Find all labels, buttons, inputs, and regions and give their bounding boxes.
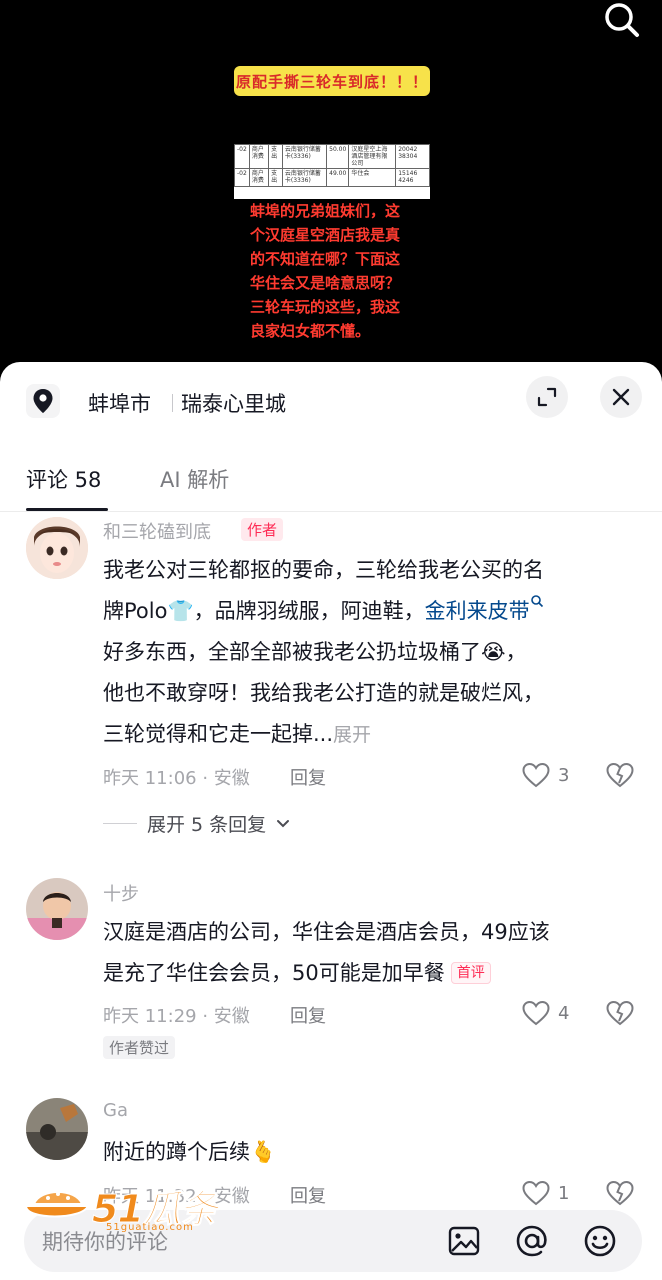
watermark-logo: 51瓜条 51guatiao.com [22, 1174, 232, 1238]
comment-line: 好多东西，全部全部被我老公扔垃圾桶了😭， [103, 640, 527, 664]
divider-line [103, 823, 137, 824]
search-link-icon [530, 595, 543, 608]
tab-ai-analysis[interactable]: AI 解析 [160, 464, 229, 494]
comment-line: 他也不敢穿呀！我给我老公打造的就是破烂风， [103, 681, 544, 705]
mention-icon[interactable] [514, 1223, 550, 1259]
overlay-line: 三轮车玩的这些，我这 [250, 298, 401, 316]
comment-line: 汉庭是酒店的公司，华住会是酒店会员，49应该 [103, 920, 550, 944]
avatar[interactable] [26, 517, 88, 579]
record-cell: -02 [234, 168, 250, 187]
commenter-name[interactable]: 和三轮磕到底 [103, 518, 211, 544]
record-cell: 15146 4246 [395, 168, 430, 187]
location-pin-icon [26, 384, 60, 418]
comment-text: 附近的蹲个后续🫰 [103, 1132, 643, 1173]
location-divider [172, 394, 173, 412]
commenter-name[interactable]: 十步 [103, 880, 139, 906]
dislike-button[interactable] [606, 1000, 634, 1030]
record-cell: 云南银行储蓄卡(3336) [281, 144, 328, 169]
first-comment-badge: 首评 [450, 962, 491, 984]
expand-replies-label: 展开 5 条回复 [147, 814, 267, 836]
heart-icon [522, 762, 550, 788]
commenter-name[interactable]: Ga [103, 1100, 128, 1121]
record-cell: 汉庭星空上海酒店管理有限公司 [348, 144, 397, 169]
comment-meta: 昨天 11:29 · 安徽 [103, 1006, 250, 1027]
dislike-button[interactable] [606, 1180, 634, 1210]
comment-tabs: 评论 58 AI 解析 [0, 456, 662, 512]
active-tab-indicator [26, 508, 108, 511]
search-link[interactable]: 金利来皮带 [425, 599, 530, 623]
comment-sheet: 蚌埠市 瑞泰心里城 评论 58 AI 解析 和三轮磕到底 作者 我老公对三轮都抠… [0, 362, 662, 1280]
record-cell: 支出 [268, 168, 283, 187]
transaction-record-image: -02 商户消费 支出 云南银行储蓄卡(3336) 50.00 汉庭星空上海酒店… [234, 144, 430, 199]
like-button[interactable]: 1 [522, 1180, 569, 1206]
overlay-line: 华住会又是啥意思呀？ [250, 274, 401, 292]
record-cell: 49.00 [326, 168, 350, 187]
like-count: 4 [558, 1002, 570, 1024]
record-cell: 商户消费 [248, 168, 270, 187]
emoji-icon[interactable] [582, 1223, 618, 1259]
video-overlay-text: 蚌埠的兄弟姐妹们，这 个汉庭星空酒店我是真 的不知道在哪？下面这 华住会又是啥意… [250, 199, 420, 343]
overlay-line: 良家妇女都不懂。 [250, 322, 371, 340]
comment-line: 是充了华住会会员，50可能是加早餐 [103, 961, 445, 985]
broken-heart-icon [606, 1180, 634, 1206]
comment-line: 附近的蹲个后续🫰 [103, 1140, 277, 1164]
reply-button[interactable]: 回复 [290, 764, 326, 790]
video-banner: 原配手撕三轮车到底！！！ [234, 66, 430, 96]
reply-button[interactable]: 回复 [290, 1002, 326, 1028]
location-place[interactable]: 瑞泰心里城 [181, 388, 286, 418]
dislike-button[interactable] [606, 762, 634, 792]
chevron-down-icon [277, 819, 290, 827]
record-cell: 20042 38304 [395, 144, 430, 169]
overlay-line: 个汉庭星空酒店我是真 [250, 226, 401, 244]
comment-text: 汉庭是酒店的公司，华住会是酒店会员，49应该 是充了华住会会员，50可能是加早餐… [103, 912, 643, 994]
reply-button[interactable]: 回复 [290, 1182, 326, 1208]
record-cell: 商户消费 [248, 144, 270, 169]
comment-text: 我老公对三轮都抠的要命，三轮给我老公买的名 牌Polo👕，品牌羽绒服，阿迪鞋，金… [103, 550, 643, 756]
comment-meta: 昨天 11:06 · 安徽 [103, 768, 250, 789]
comment-item: 十步 汉庭是酒店的公司，华住会是酒店会员，49应该 是充了华住会会员，50可能是… [0, 874, 662, 1064]
expand-replies-button[interactable]: 展开 5 条回复 [103, 810, 290, 837]
close-button[interactable] [600, 376, 642, 418]
record-row: -02 商户消费 支出 云南银行储蓄卡(3336) 50.00 汉庭星空上海酒店… [234, 144, 430, 169]
overlay-line: 蚌埠的兄弟姐妹们，这 [250, 202, 401, 220]
avatar[interactable] [26, 1098, 88, 1160]
record-cell: 支出 [268, 144, 283, 169]
expand-button[interactable] [526, 376, 568, 418]
like-button[interactable]: 3 [522, 762, 569, 788]
record-cell: 云南银行储蓄卡(3336) [281, 168, 328, 187]
like-button[interactable]: 4 [522, 1000, 569, 1026]
comment-line: 我老公对三轮都抠的要命，三轮给我老公买的名 [103, 558, 544, 582]
record-row: -02 商户消费 支出 云南银行储蓄卡(3336) 49.00 华住会 1514… [234, 168, 430, 187]
record-cell: 50.00 [326, 144, 350, 169]
broken-heart-icon [606, 1000, 634, 1026]
video-player[interactable]: 原配手撕三轮车到底！！！ -02 商户消费 支出 云南银行储蓄卡(3336) 5… [0, 0, 662, 380]
author-liked-badge: 作者赞过 [103, 1036, 176, 1059]
expand-comment-button[interactable]: 展开 [333, 724, 371, 746]
avatar[interactable] [26, 878, 88, 940]
record-cell: -02 [234, 144, 250, 169]
heart-icon [522, 1000, 550, 1026]
overlay-line: 的不知道在哪？下面这 [250, 250, 401, 268]
record-cell: 华住会 [348, 168, 397, 187]
location-city[interactable]: 蚌埠市 [88, 388, 151, 418]
tab-comments[interactable]: 评论 58 [26, 464, 101, 494]
heart-icon [522, 1180, 550, 1206]
like-count: 1 [558, 1182, 570, 1204]
image-icon[interactable] [446, 1223, 482, 1259]
comment-line: 三轮觉得和它走一起掉... [103, 722, 334, 746]
expand-icon [537, 387, 557, 407]
search-icon[interactable] [600, 0, 644, 44]
watermark-url: 51guatiao.com [106, 1222, 194, 1233]
author-badge: 作者 [241, 518, 284, 541]
comment-item: 和三轮磕到底 作者 我老公对三轮都抠的要命，三轮给我老公买的名 牌Polo👕，品… [0, 512, 662, 842]
watermelon-logo-icon [24, 1191, 90, 1218]
comment-line: 牌Polo👕，品牌羽绒服，阿迪鞋， [103, 599, 425, 623]
like-count: 3 [558, 764, 570, 786]
close-icon [612, 388, 630, 406]
location-bar[interactable]: 蚌埠市 瑞泰心里城 [0, 362, 662, 446]
broken-heart-icon [606, 762, 634, 788]
